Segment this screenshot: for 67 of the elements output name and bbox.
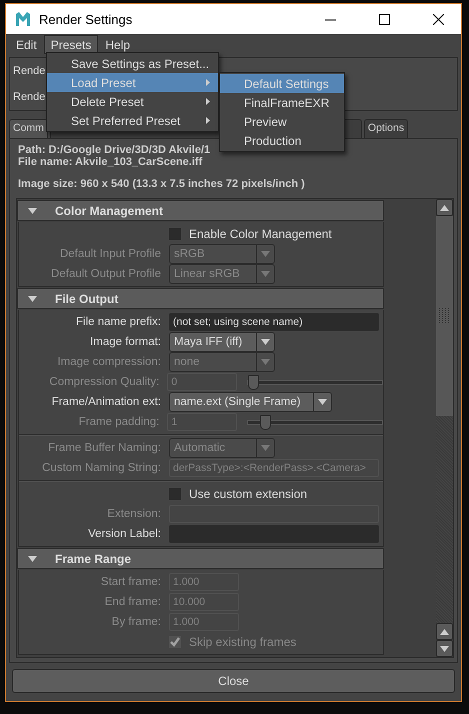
menu-item[interactable]: Save Settings as Preset... <box>47 54 218 73</box>
window-title: Render Settings <box>39 12 134 26</box>
menu-item[interactable]: Load Preset <box>47 73 218 92</box>
section-header[interactable]: File Output <box>17 288 384 309</box>
submenu-arrow-icon <box>206 79 210 86</box>
menu-item[interactable]: FinalFrameEXR <box>220 93 344 112</box>
scroll-up-icon[interactable] <box>440 204 449 210</box>
scroll-up-icon[interactable] <box>440 628 449 634</box>
image-size-text: Image size: 960 x 540 (13.3 x 7.5 inches 72 pixels/inch ) <box>17 178 306 190</box>
menu-item[interactable]: Set Preferred Preset <box>47 111 218 130</box>
checkbox-label: Use custom extension <box>189 487 308 501</box>
caret-icon <box>28 556 37 562</box>
dropdown-arrow-icon <box>318 399 327 405</box>
path-text: Path: D:/Google Drive/3D/3D Akvile/1 <box>17 144 212 156</box>
dropdown[interactable]: name.ext (Single Frame) <box>169 392 332 412</box>
dropdown[interactable]: Maya IFF (iff) <box>169 332 275 352</box>
field-label: Frame padding: <box>78 416 160 428</box>
field-label: File name prefix: <box>74 316 161 328</box>
field-label: Default Input Profile <box>58 248 161 260</box>
input-field[interactable] <box>169 525 379 543</box>
field-label: Compression Quality: <box>48 376 160 388</box>
checkbox[interactable] <box>169 228 181 240</box>
section-header[interactable]: Frame Range <box>17 548 384 569</box>
menu-item[interactable]: Preview <box>220 112 344 131</box>
submenu-arrow-icon <box>206 117 210 124</box>
dropdown-arrow-icon <box>261 251 270 257</box>
field-label: Image compression: <box>56 356 161 368</box>
scroll-down-icon[interactable] <box>440 646 449 652</box>
field-label: Rende <box>12 65 46 77</box>
field-label: Version Label: <box>87 528 161 540</box>
dropdown-arrow-icon <box>261 359 270 365</box>
section-header[interactable]: Color Management <box>17 200 384 221</box>
caret-icon <box>28 208 37 214</box>
field-label: Rende <box>12 91 46 103</box>
scrollbar[interactable] <box>436 199 453 657</box>
field-label: Image format: <box>89 336 161 348</box>
menu-item[interactable]: Production <box>220 131 344 150</box>
menu-item[interactable]: Default Settings <box>220 74 344 93</box>
checkmark-icon <box>169 636 181 648</box>
field-label: Custom Naming String: <box>41 462 161 474</box>
menu-item[interactable]: Presets <box>44 35 98 54</box>
close-icon[interactable] <box>432 14 444 24</box>
field-label: Frame Buffer Naming: <box>47 442 161 454</box>
dropdown-arrow-icon <box>261 339 270 345</box>
field-label: End frame: <box>104 596 161 608</box>
dropdown-arrow-icon <box>261 271 270 277</box>
tab[interactable]: Comm <box>9 119 48 138</box>
field-label: Extension: <box>106 508 161 520</box>
input-field[interactable]: (not set; using scene name) <box>169 313 379 331</box>
maximize-icon[interactable] <box>378 14 390 24</box>
field-label: Start frame: <box>100 576 161 588</box>
menu-item[interactable]: Delete Preset <box>47 92 218 111</box>
field-label: Frame/Animation ext: <box>50 396 161 408</box>
checkbox-label: Enable Color Management <box>189 227 332 241</box>
file-name-text: File name: Akvile_103_CarScene.iff <box>17 156 204 168</box>
field-label: Default Output Profile <box>50 268 161 280</box>
checkbox[interactable] <box>169 488 181 500</box>
app-logo-icon <box>15 11 31 27</box>
checkbox-label: Skip existing frames <box>189 635 296 649</box>
close-button[interactable]: Close <box>12 669 455 693</box>
tab[interactable]: Options <box>364 119 408 138</box>
menu-item[interactable]: Help <box>98 35 138 54</box>
submenu-arrow-icon <box>206 98 210 105</box>
caret-icon <box>28 296 37 302</box>
menu-item[interactable]: Edit <box>9 35 44 54</box>
field-label: By frame: <box>110 616 161 628</box>
dropdown-arrow-icon <box>261 445 270 451</box>
